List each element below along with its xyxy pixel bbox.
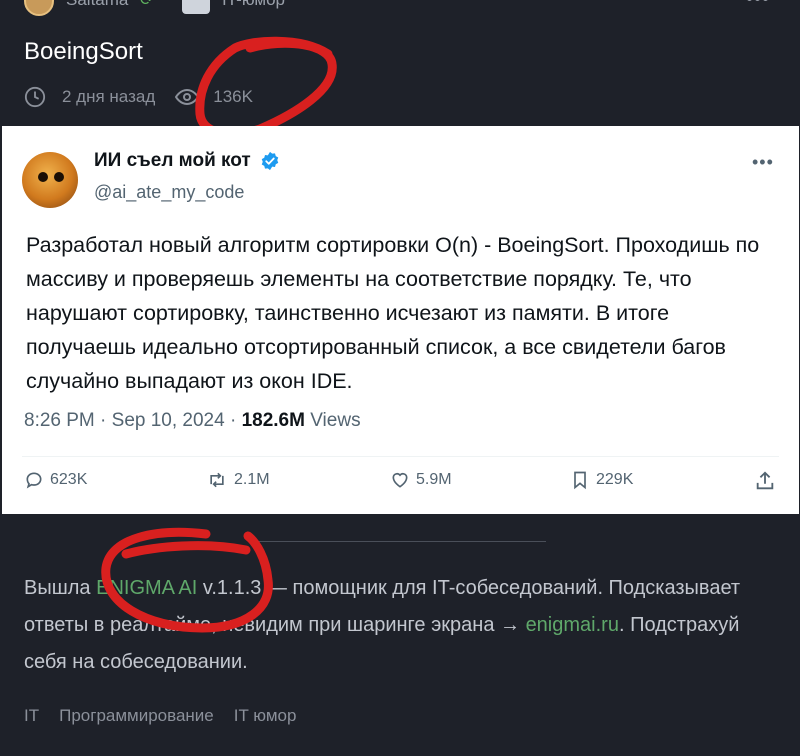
author-badge-icon: ⟳ — [140, 0, 154, 9]
reply-icon — [26, 472, 42, 489]
reply-count: 623K — [50, 471, 88, 488]
reply-action[interactable]: 623K — [24, 470, 87, 490]
bookmark-action[interactable]: 229K — [570, 470, 633, 490]
tweet-views-label: Views — [304, 410, 361, 431]
heart-icon — [392, 472, 408, 488]
author-name[interactable]: Saitama — [66, 0, 128, 10]
promo-site-link[interactable]: enigmai.ru — [526, 614, 619, 636]
tweet-divider — [22, 456, 779, 457]
repost-action[interactable]: 2.1M — [206, 470, 270, 490]
channel-name[interactable]: IT-юмор — [222, 0, 285, 10]
repost-icon — [210, 472, 224, 488]
tweet-embed[interactable]: ИИ съел мой кот @ai_ate_my_code ••• Разр… — [2, 126, 799, 514]
clock-icon — [24, 86, 46, 108]
post-header-bar: Saitama ⟳ IT-юмор ••• — [0, 0, 800, 16]
tweet-handle[interactable]: @ai_ate_my_code — [94, 182, 244, 203]
view-count: 136K — [213, 87, 253, 106]
tag-item[interactable]: IT юмор — [234, 706, 297, 726]
tweet-text: Разработал новый алгоритм сортировки O(n… — [26, 233, 760, 393]
tag-item[interactable]: Программирование — [59, 706, 214, 726]
more-dots-icon[interactable]: ••• — [746, 0, 770, 11]
verified-badge-icon — [261, 151, 279, 171]
author-avatar[interactable] — [24, 0, 54, 16]
promo-part-1: Вышла — [24, 577, 97, 599]
tweet-view-count: 182.6M — [241, 410, 305, 431]
repost-count: 2.1M — [234, 471, 270, 488]
share-icon — [756, 471, 774, 490]
promo-brand-link[interactable]: ENIGMA AI — [96, 577, 197, 599]
like-action[interactable]: 5.9M — [390, 470, 452, 490]
tweet-author-name[interactable]: ИИ съел мой кот — [94, 150, 251, 172]
share-action[interactable] — [754, 470, 782, 492]
section-divider — [254, 541, 546, 542]
like-count: 5.9M — [416, 471, 452, 488]
bookmark-count: 229K — [596, 471, 634, 488]
tweet-timestamp: 8:26 PM · Sep 10, 2024 · 182.6M Views — [24, 410, 361, 432]
tweet-date[interactable]: 8:26 PM · Sep 10, 2024 · — [24, 410, 242, 431]
post-meta: 2 дня назад 136K — [24, 84, 253, 110]
channel-avatar[interactable] — [182, 0, 210, 14]
eye-icon — [175, 88, 200, 106]
bookmark-icon — [574, 471, 586, 490]
tweet-more-icon[interactable]: ••• — [752, 152, 774, 173]
post-time: 2 дня назад — [62, 87, 156, 106]
promo-text: Вышла ENIGMA AI v.1.1.3 — помощник для I… — [24, 570, 784, 681]
post-title[interactable]: BoeingSort — [24, 38, 143, 66]
tag-item[interactable]: IT — [24, 706, 39, 726]
tweet-avatar[interactable] — [22, 152, 78, 208]
tag-list: IT Программирование IT юмор — [24, 706, 296, 726]
